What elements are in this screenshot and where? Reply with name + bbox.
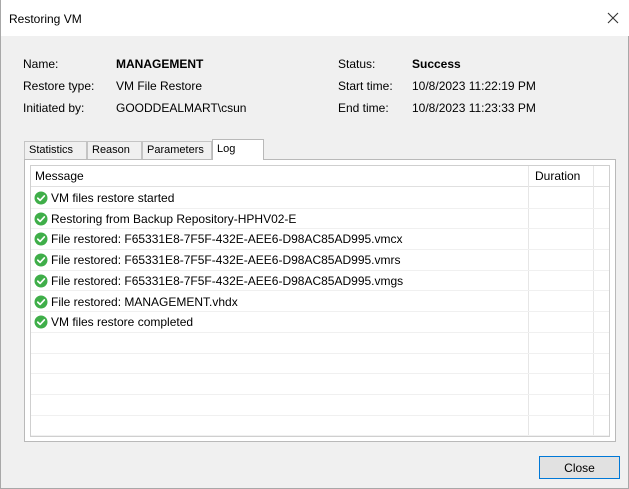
column-header-duration[interactable]: Duration [535,169,580,183]
tab-log[interactable]: Log [212,139,264,160]
check-circle-icon [34,315,48,329]
log-message: VM files restore started [51,191,175,205]
table-row[interactable]: VM files restore started [31,188,609,209]
name-label: Name: [23,57,59,71]
start-time-label: Start time: [338,79,393,93]
check-circle-icon [34,274,48,288]
table-row[interactable]: File restored: F65331E8-7F5F-432E-AEE6-D… [31,271,609,292]
end-time-label: End time: [338,101,389,115]
check-circle-icon [34,295,48,308]
tab-statistics[interactable]: Statistics [24,141,87,159]
table-row[interactable]: File restored: F65331E8-7F5F-432E-AEE6-D… [31,250,609,271]
check-circle-icon [34,232,48,246]
tab-parameters[interactable]: Parameters [142,141,212,159]
initiated-by-label: Initiated by: [23,101,85,115]
close-button-label: Close [564,460,595,475]
window-title: Restoring VM [9,12,82,26]
log-message: VM files restore completed [51,315,194,330]
empty-table-row [31,333,609,354]
close-icon[interactable] [596,0,629,36]
log-message: File restored: F65331E8-7F5F-432E-AEE6-D… [51,253,401,268]
status-value: Success [412,57,461,71]
table-row[interactable]: File restored: MANAGEMENT.vhdx [31,292,609,313]
initiated-by-value: GOODDEALMART\csun [116,101,247,115]
close-button[interactable]: Close [539,456,620,479]
restore-type-label: Restore type: [23,79,95,93]
log-panel: Message Duration VM files restore starte… [24,159,616,442]
table-row[interactable]: VM files restore completed [31,312,609,333]
column-header-message[interactable]: Message [35,169,84,183]
check-circle-icon [34,191,48,205]
log-message: File restored: F65331E8-7F5F-432E-AEE6-D… [51,273,404,288]
end-time-value: 10/8/2023 11:23:33 PM [412,101,536,115]
check-circle-icon [34,212,48,226]
log-message: Restoring from Backup Repository-HPHV02-… [51,211,297,226]
table-row[interactable]: Restoring from Backup Repository-HPHV02-… [31,209,609,230]
log-table-header: Message Duration [31,166,609,187]
table-row[interactable]: File restored: F65331E8-7F5F-432E-AEE6-D… [31,229,609,251]
status-label: Status: [338,57,376,71]
restore-type-value: VM File Restore [116,79,203,93]
log-table[interactable]: Message Duration VM files restore starte… [30,165,610,437]
tab-reason[interactable]: Reason [87,141,142,159]
empty-table-row [31,395,609,416]
restore-dialog: Restoring VM Name: MANAGEMENT Restore ty… [0,0,629,489]
log-message: File restored: MANAGEMENT.vhdx [51,294,238,309]
empty-table-row [31,374,609,395]
empty-table-row [31,416,609,436]
start-time-value: 10/8/2023 11:22:19 PM [412,79,536,93]
log-message: File restored: F65331E8-7F5F-432E-AEE6-D… [51,232,403,247]
title-bar: Restoring VM [1,0,629,36]
empty-table-row [31,354,609,375]
check-circle-icon [34,253,48,267]
name-value: MANAGEMENT [116,57,204,71]
